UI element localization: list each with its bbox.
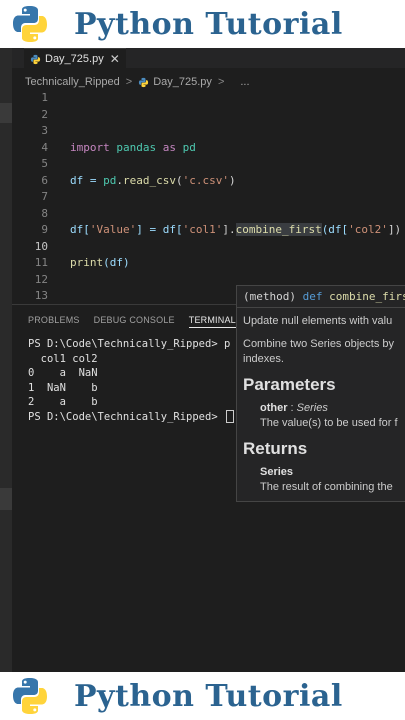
breadcrumb-more[interactable]: ... <box>240 76 249 88</box>
close-icon[interactable]: ✕ <box>110 52 120 66</box>
terminal-cursor <box>225 410 234 423</box>
code-line: 7 <box>12 189 405 205</box>
code-text: print(df) <box>70 256 130 269</box>
code-line: 3 <box>12 123 405 139</box>
code-line: 11 print(df) <box>12 255 405 271</box>
banner-title: Python Tutorial <box>74 6 343 42</box>
line-number: 4 <box>41 140 48 154</box>
activity-item[interactable] <box>0 103 12 123</box>
param-signature: other : Series <box>260 402 328 414</box>
python-logo-icon <box>13 678 47 714</box>
code-line: 6 df = pd.read_csv('c.csv') <box>12 173 405 189</box>
line-number: 13 <box>34 289 48 302</box>
code-text: df = pd.read_csv('c.csv') <box>70 173 236 187</box>
terminal-line: 1 NaN b <box>28 381 98 394</box>
return-type: Series <box>260 466 294 478</box>
code-line: 8 <box>12 206 405 222</box>
tab-terminal[interactable]: TERMINAL <box>188 315 236 328</box>
activity-item[interactable] <box>0 488 12 510</box>
line-number: 9 <box>41 223 48 236</box>
line-number: 12 <box>34 272 48 286</box>
code-line: 9 df['Value'] = df['col1'].combine_first… <box>12 222 405 238</box>
terminal-output[interactable]: PS D:\Code\Technically_Ripped> p col1 co… <box>28 337 234 424</box>
vscode-editor: Day_725.py ✕ Technically_Ripped > Day_72… <box>0 48 405 672</box>
python-file-icon <box>30 54 41 64</box>
terminal-prompt: PS D:\Code\Technically_Ripped> <box>28 410 234 425</box>
return-description: The result of combining the <box>260 481 393 493</box>
line-number: 11 <box>34 256 48 269</box>
code-text: import pandas as pd <box>70 140 196 154</box>
panel-tabs: PROBLEMS DEBUG CONSOLE TERMINAL <box>28 315 236 328</box>
param-description: The value(s) to be used for f <box>260 417 398 429</box>
tab-filename: Day_725.py <box>45 53 104 65</box>
code-line: 10 <box>12 239 405 255</box>
chevron-right-icon: > <box>217 76 225 88</box>
line-number: 10 <box>34 239 48 253</box>
code-line: 2 <box>12 107 405 123</box>
breadcrumb-folder[interactable]: Technically_Ripped <box>25 76 120 88</box>
hover-summary: Update null elements with valu <box>243 315 393 327</box>
line-number: 6 <box>41 173 48 187</box>
hover-signature: (method) def combine_first <box>237 286 405 308</box>
parameters-heading: Parameters <box>243 375 336 394</box>
tab-problems[interactable]: PROBLEMS <box>28 315 80 328</box>
python-logo-icon <box>13 6 47 42</box>
code-text: df['Value'] = df['col1'].combine_first(d… <box>70 223 402 236</box>
hover-description: Combine two Series objects by <box>243 338 395 350</box>
code-line: 1 <box>12 90 405 106</box>
line-number: 7 <box>41 190 48 203</box>
banner-title: Python Tutorial <box>74 678 343 714</box>
line-number: 2 <box>41 107 48 121</box>
tab-day725[interactable]: Day_725.py ✕ <box>24 48 126 69</box>
activity-bar <box>0 48 12 672</box>
code-line: 5 <box>12 156 405 172</box>
terminal-line: 0 a NaN <box>28 367 98 379</box>
hover-docs: Update null elements with valu Combine t… <box>243 314 405 501</box>
code-line: 4 import pandas as pd <box>12 140 405 156</box>
terminal-line: col1 col2 <box>28 352 98 365</box>
line-number: 8 <box>41 206 48 220</box>
top-banner: Python Tutorial <box>0 0 405 48</box>
chevron-right-icon: > <box>125 76 133 88</box>
breadcrumb: Technically_Ripped > Day_725.py > ... <box>25 74 250 90</box>
bottom-banner: Python Tutorial <box>0 672 405 720</box>
tab-debug-console[interactable]: DEBUG CONSOLE <box>94 315 175 328</box>
line-number: 5 <box>41 157 48 170</box>
hover-description: indexes. <box>243 353 284 365</box>
terminal-line: 2 a b <box>28 396 98 408</box>
breadcrumb-file[interactable]: Day_725.py <box>153 76 212 88</box>
python-file-icon <box>139 77 149 87</box>
hover-tooltip: (method) def combine_first Update null e… <box>236 285 405 502</box>
tab-bar: Day_725.py ✕ <box>12 48 405 69</box>
line-number: 1 <box>41 91 48 104</box>
returns-heading: Returns <box>243 439 308 458</box>
line-number: 3 <box>41 124 48 137</box>
terminal-line: PS D:\Code\Technically_Ripped> p <box>28 338 231 350</box>
